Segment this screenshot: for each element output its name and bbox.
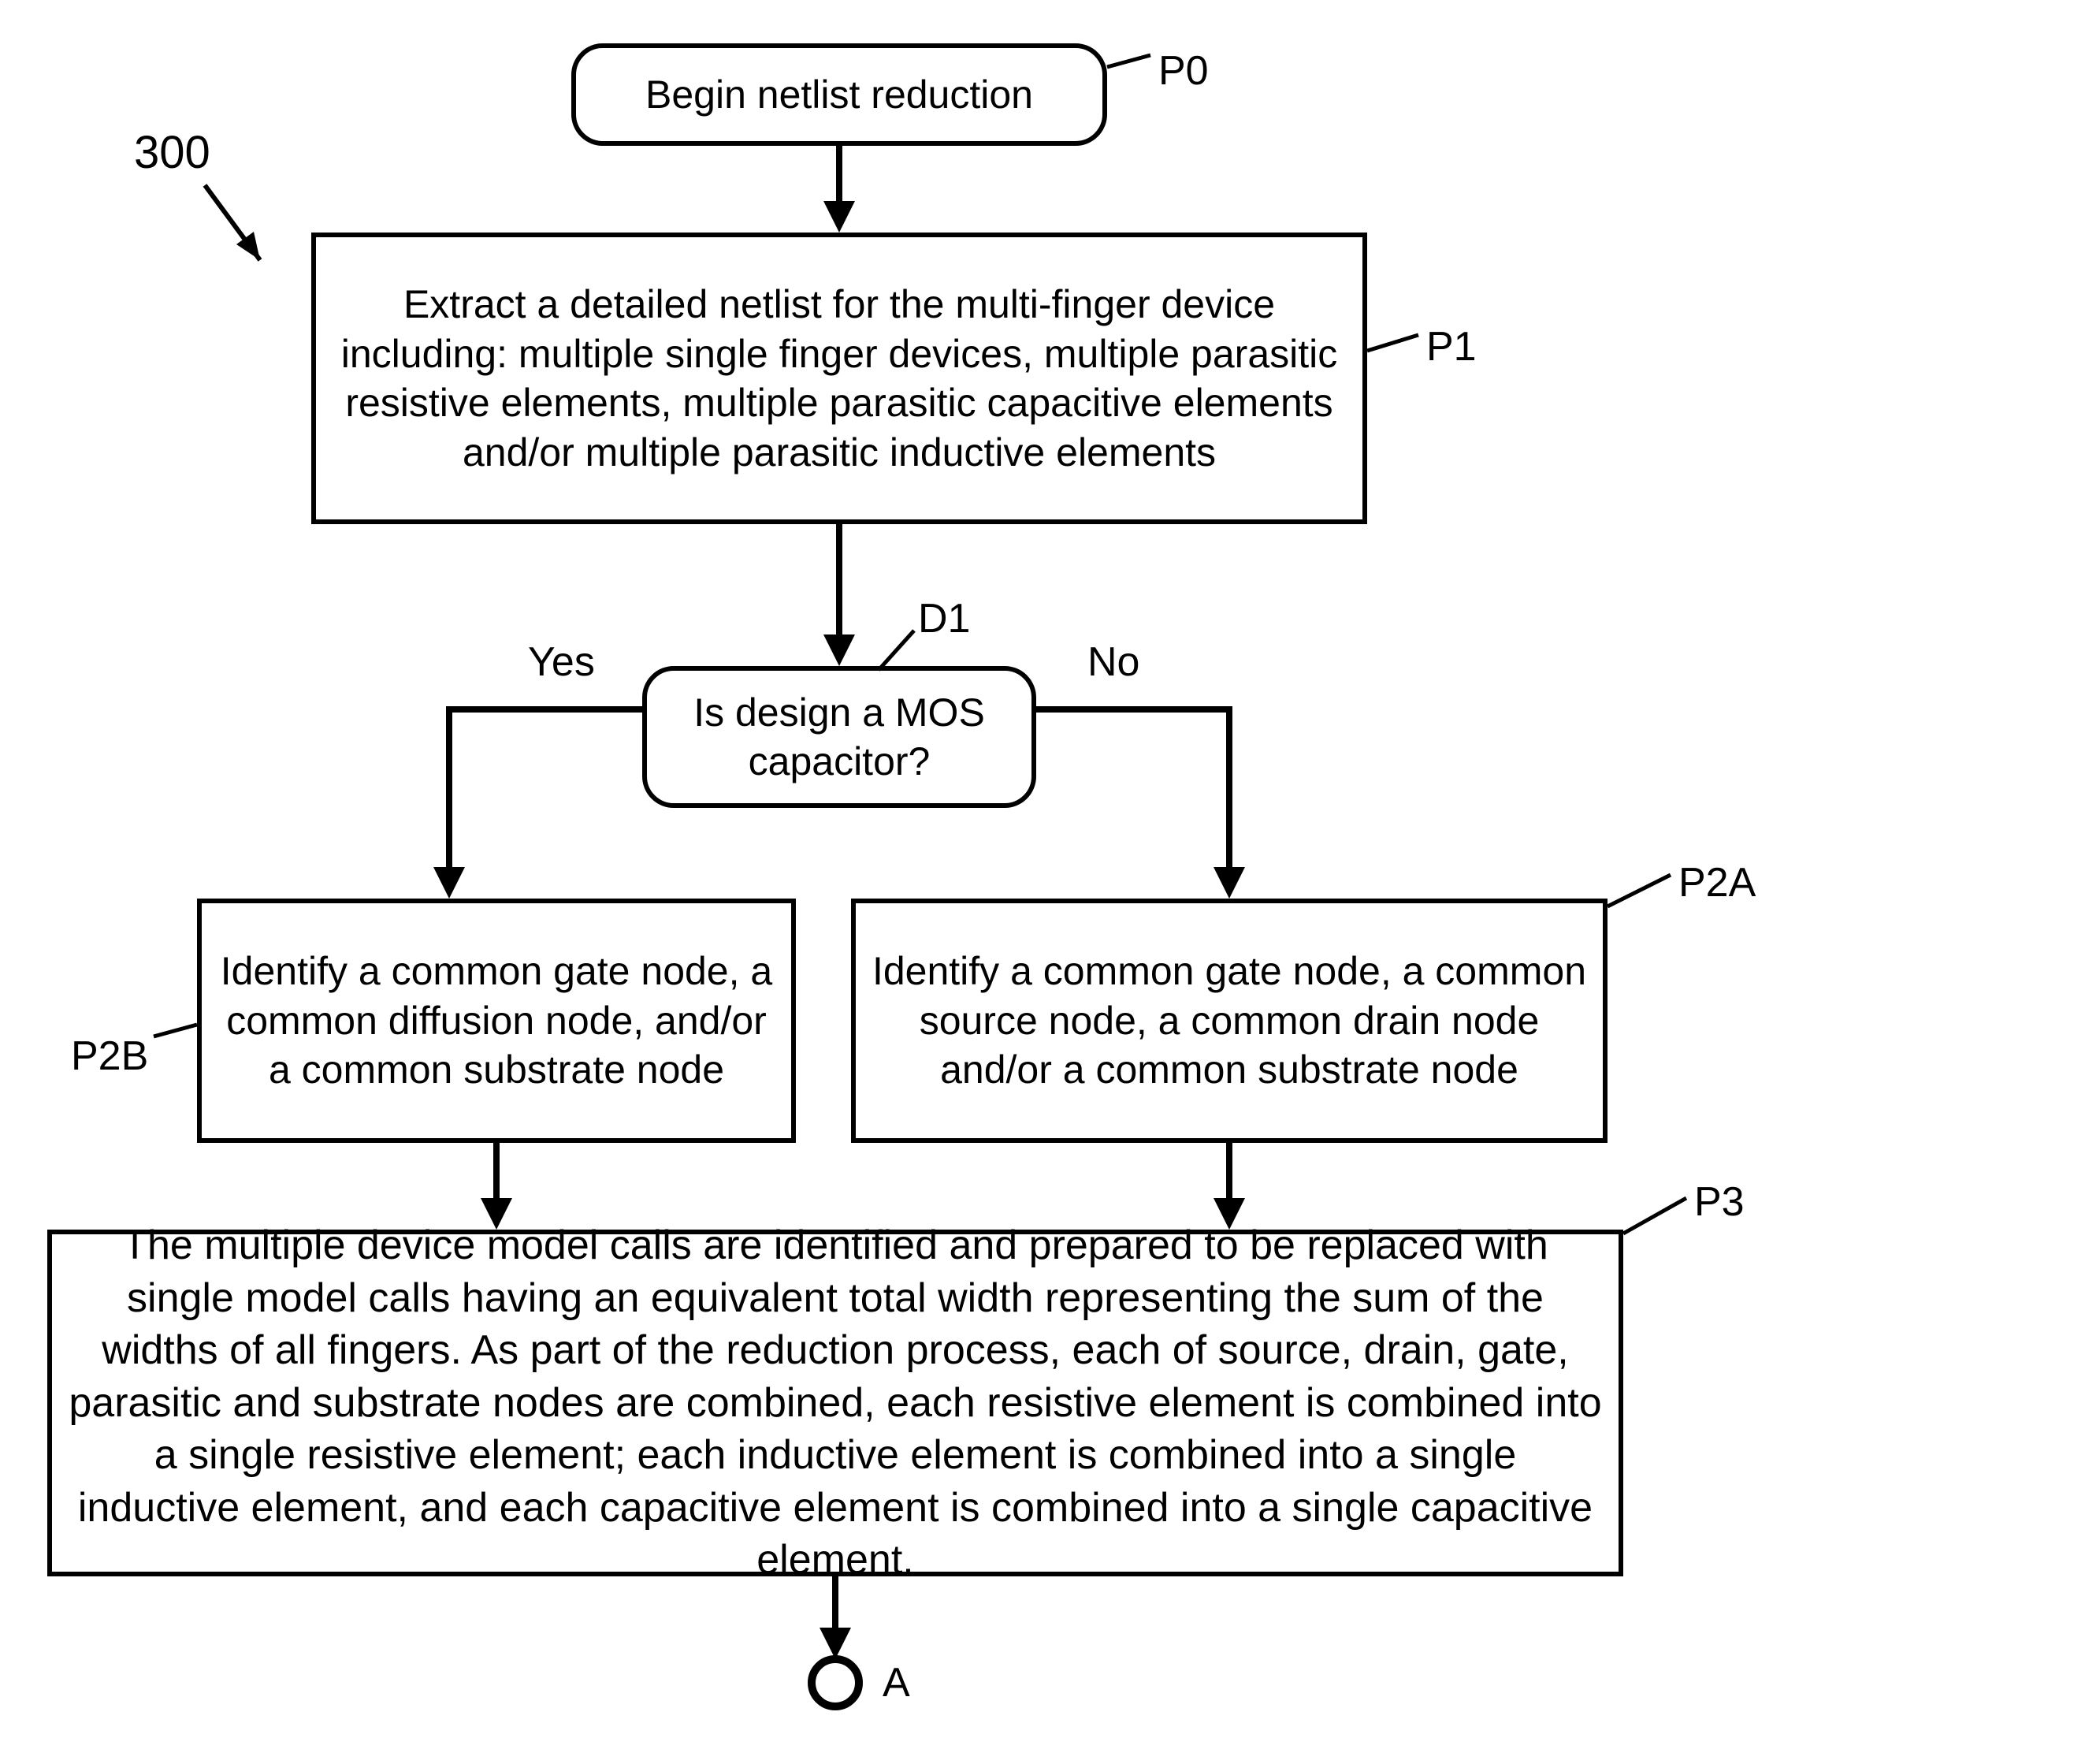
- node-p3-text: The multiple device model calls are iden…: [52, 1219, 1619, 1587]
- connector-a-label: A: [883, 1659, 910, 1706]
- label-p2a: P2A: [1678, 859, 1756, 906]
- node-p1-text: Extract a detailed netlist for the multi…: [316, 280, 1362, 477]
- node-p2a-text: Identify a common gate node, a common so…: [856, 947, 1603, 1095]
- label-d1: D1: [918, 595, 970, 642]
- node-p2b: Identify a common gate node, a common di…: [197, 899, 796, 1143]
- flowchart-canvas: 300 Begin netlist reduction P0 Extract a…: [0, 0, 2100, 1749]
- node-p2b-text: Identify a common gate node, a common di…: [202, 947, 791, 1095]
- node-p1: Extract a detailed netlist for the multi…: [311, 233, 1367, 524]
- label-yes: Yes: [528, 638, 595, 686]
- node-d1: Is design a MOS capacitor?: [642, 666, 1036, 808]
- label-p3: P3: [1694, 1178, 1745, 1226]
- label-no: No: [1087, 638, 1139, 686]
- node-d1-text: Is design a MOS capacitor?: [647, 688, 1031, 787]
- node-p2a: Identify a common gate node, a common so…: [851, 899, 1608, 1143]
- label-p1: P1: [1426, 323, 1477, 370]
- label-p2b: P2B: [71, 1033, 148, 1080]
- node-p3: The multiple device model calls are iden…: [47, 1230, 1623, 1576]
- node-p0-text: Begin netlist reduction: [576, 70, 1102, 120]
- figure-ref: 300: [134, 126, 210, 179]
- label-p0: P0: [1158, 47, 1209, 95]
- node-p0: Begin netlist reduction: [571, 43, 1107, 146]
